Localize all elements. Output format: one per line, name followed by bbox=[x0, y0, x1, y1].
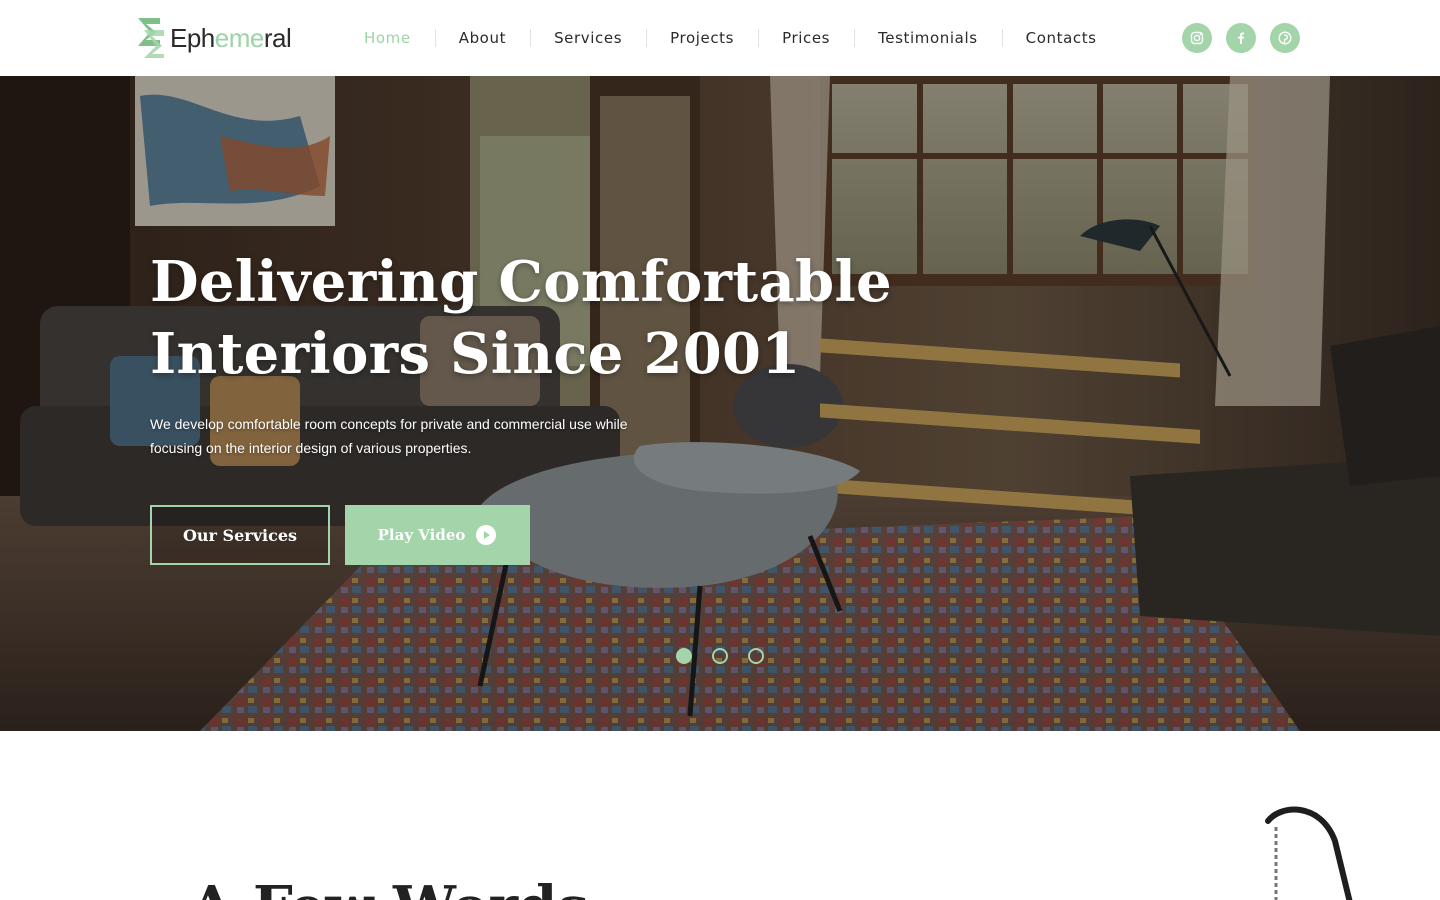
pinterest-icon bbox=[1278, 31, 1292, 45]
instagram-button[interactable] bbox=[1182, 23, 1212, 53]
slider-pagination bbox=[676, 648, 764, 664]
hero-overlay bbox=[0, 76, 1440, 731]
play-circle-icon bbox=[476, 525, 497, 545]
hero-description: We develop comfortable room concepts for… bbox=[150, 416, 628, 456]
about-heading: A Few Words bbox=[190, 875, 589, 900]
hero-title: Delivering Comfortable Interiors Since 2… bbox=[150, 246, 910, 390]
slide-dot-2[interactable] bbox=[712, 648, 728, 664]
brand-logo[interactable]: Ephemeral bbox=[136, 16, 292, 60]
hero-slider: Delivering Comfortable Interiors Since 2… bbox=[0, 76, 1440, 731]
nav-contacts[interactable]: Contacts bbox=[1001, 28, 1121, 48]
slide-dot-3[interactable] bbox=[748, 648, 764, 664]
our-services-button[interactable]: Our Services bbox=[150, 505, 330, 565]
pinterest-button[interactable] bbox=[1270, 23, 1300, 53]
slide-dot-1[interactable] bbox=[676, 648, 692, 664]
nav-prices[interactable]: Prices bbox=[758, 28, 854, 48]
brand-name: Ephemeral bbox=[170, 23, 292, 53]
instagram-icon bbox=[1190, 31, 1204, 45]
logo-mark-icon bbox=[138, 18, 164, 58]
main-nav: Home About Services Projects Prices Test… bbox=[340, 0, 1121, 76]
hero-title-line2: Interiors Since 2001 bbox=[150, 321, 801, 387]
about-section: A Few Words bbox=[0, 731, 1440, 900]
site-header: Ephemeral Home About Services Projects P… bbox=[0, 0, 1440, 76]
hero-title-line1: Delivering Comfortable bbox=[150, 249, 892, 315]
hanging-chair-image bbox=[1265, 806, 1353, 900]
nav-home[interactable]: Home bbox=[340, 28, 435, 48]
nav-about[interactable]: About bbox=[434, 28, 530, 48]
nav-projects[interactable]: Projects bbox=[646, 28, 758, 48]
play-video-label: Play Video bbox=[377, 526, 466, 544]
facebook-icon bbox=[1238, 32, 1245, 44]
facebook-button[interactable] bbox=[1226, 23, 1256, 53]
social-links bbox=[1182, 23, 1300, 53]
play-video-button[interactable]: Play Video bbox=[345, 505, 530, 565]
our-services-label: Our Services bbox=[182, 525, 298, 545]
nav-testimonials[interactable]: Testimonials bbox=[854, 28, 1002, 48]
nav-services[interactable]: Services bbox=[530, 28, 646, 48]
